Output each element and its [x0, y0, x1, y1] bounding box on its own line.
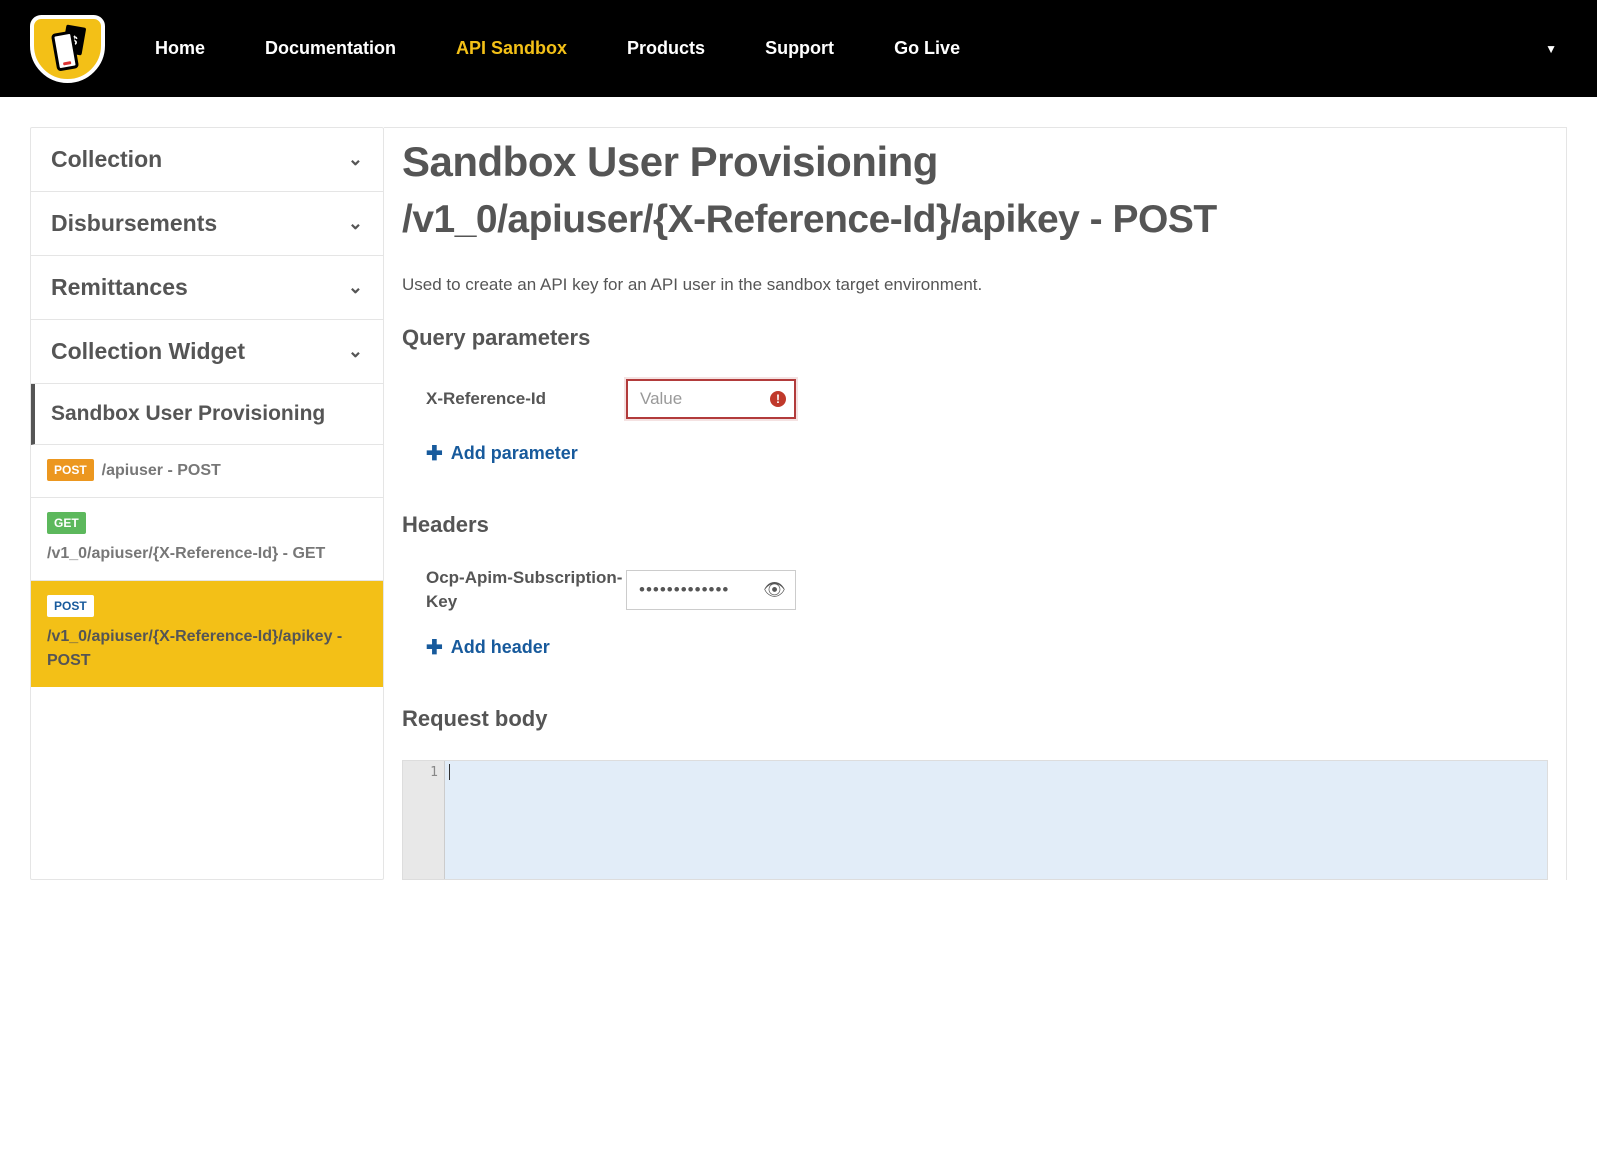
sidebar-section-title: Sandbox User Provisioning: [51, 402, 325, 426]
endpoint-apikey-post[interactable]: POST /v1_0/apiuser/{X-Reference-Id}/apik…: [31, 581, 383, 687]
add-header-button[interactable]: ✚ Add header: [402, 635, 1566, 660]
code-gutter: 1: [403, 761, 445, 879]
endpoint-apiuser-post[interactable]: POST /apiuser - POST: [31, 445, 383, 498]
endpoint-heading: /v1_0/apiuser/{X-Reference-Id}/apikey - …: [402, 196, 1566, 245]
line-number: 1: [403, 765, 438, 780]
top-navbar: $ Home Documentation API Sandbox Product…: [0, 0, 1597, 97]
add-parameter-label: Add parameter: [451, 443, 578, 464]
header-label: Ocp-Apim-Subscription-Key: [426, 566, 626, 614]
chevron-down-icon: ⌄: [348, 277, 363, 298]
param-row-x-reference-id: X-Reference-Id !: [402, 379, 1566, 419]
sidebar-section-disbursements[interactable]: Disbursements ⌄: [31, 192, 383, 256]
chevron-down-icon: ⌄: [348, 213, 363, 234]
add-header-label: Add header: [451, 637, 550, 658]
sidebar-section-collection-widget[interactable]: Collection Widget ⌄: [31, 320, 383, 384]
query-params-heading: Query parameters: [402, 325, 1566, 351]
endpoint-label: /apiuser - POST: [102, 459, 221, 483]
sidebar-section-sandbox-user-provisioning[interactable]: Sandbox User Provisioning: [31, 384, 383, 445]
endpoint-apiuser-get[interactable]: GET /v1_0/apiuser/{X-Reference-Id} - GET: [31, 498, 383, 581]
eye-icon[interactable]: 👁: [763, 579, 786, 600]
nav-documentation[interactable]: Documentation: [265, 38, 396, 59]
nav-products[interactable]: Products: [627, 38, 705, 59]
sidebar-section-title: Collection: [51, 146, 162, 173]
nav-support[interactable]: Support: [765, 38, 834, 59]
method-badge-post: POST: [47, 459, 94, 481]
plus-icon: ✚: [426, 441, 443, 466]
nav-items: Home Documentation API Sandbox Products …: [155, 38, 1545, 59]
endpoint-label: /v1_0/apiuser/{X-Reference-Id} - GET: [47, 542, 325, 566]
chevron-down-icon: ⌄: [348, 149, 363, 170]
sidebar-section-remittances[interactable]: Remittances ⌄: [31, 256, 383, 320]
cursor-icon: [449, 764, 450, 780]
request-body-editor[interactable]: 1: [402, 760, 1548, 880]
nav-dropdown-caret-icon[interactable]: ▼: [1545, 42, 1557, 56]
request-body-heading: Request body: [402, 706, 1566, 732]
nav-home[interactable]: Home: [155, 38, 205, 59]
error-icon: !: [770, 391, 786, 407]
sidebar-section-title: Disbursements: [51, 210, 217, 237]
nav-api-sandbox[interactable]: API Sandbox: [456, 38, 567, 59]
method-badge-get: GET: [47, 512, 86, 534]
sidebar-section-title: Remittances: [51, 274, 188, 301]
nav-go-live[interactable]: Go Live: [894, 38, 960, 59]
plus-icon: ✚: [426, 635, 443, 660]
code-area[interactable]: [445, 761, 1547, 879]
method-badge-post: POST: [47, 595, 94, 617]
param-label: X-Reference-Id: [426, 389, 626, 409]
page-title: Sandbox User Provisioning: [402, 138, 1566, 186]
sidebar-section-collection[interactable]: Collection ⌄: [31, 128, 383, 192]
sidebar: Collection ⌄ Disbursements ⌄ Remittances…: [30, 127, 384, 880]
sidebar-section-title: Collection Widget: [51, 338, 245, 365]
main-content: Sandbox User Provisioning /v1_0/apiuser/…: [384, 127, 1567, 880]
chevron-down-icon: ⌄: [348, 341, 363, 362]
add-parameter-button[interactable]: ✚ Add parameter: [402, 441, 1566, 466]
header-row-subscription-key: Ocp-Apim-Subscription-Key 👁: [402, 566, 1566, 614]
endpoint-label: /v1_0/apiuser/{X-Reference-Id}/apikey - …: [47, 625, 367, 673]
headers-heading: Headers: [402, 512, 1566, 538]
endpoint-description: Used to create an API key for an API use…: [402, 275, 1566, 295]
logo[interactable]: $: [30, 15, 105, 83]
